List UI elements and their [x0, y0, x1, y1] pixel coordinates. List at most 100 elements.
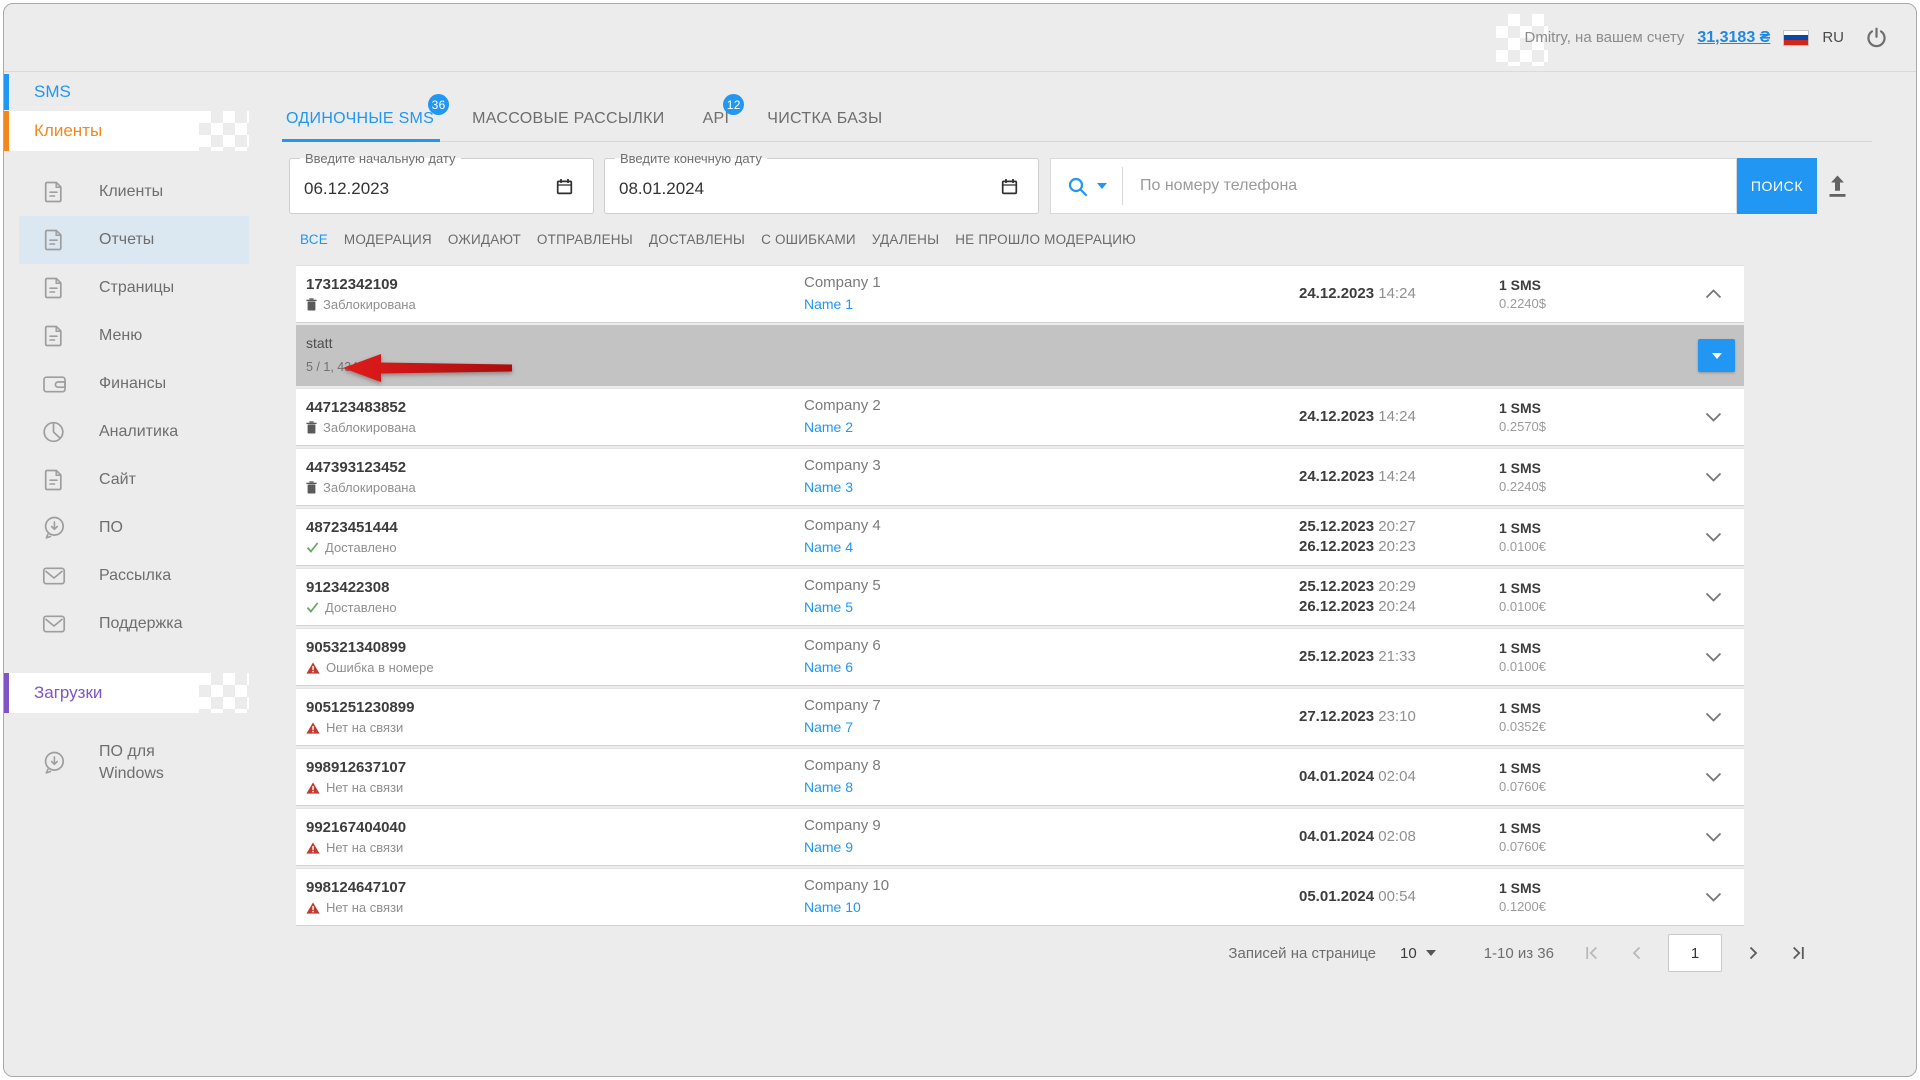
sms-count: 1 SMS [1499, 700, 1546, 716]
sidebar-item-label: Поддержка [99, 615, 182, 633]
company-cell: Company 8Name 8 [804, 757, 881, 797]
row-expand-chevron-down-icon[interactable] [1700, 887, 1727, 907]
sidebar-item-site[interactable]: Сайт [4, 456, 249, 504]
date-from-value[interactable]: 06.12.2023 [304, 179, 389, 199]
power-icon[interactable] [1865, 26, 1888, 49]
sender-name-link[interactable]: Name 2 [804, 419, 853, 435]
search-icon[interactable] [1067, 176, 1088, 197]
sms-count: 1 SMS [1499, 277, 1546, 293]
sender-name-link[interactable]: Name 3 [804, 479, 853, 495]
sidebar-item-clients[interactable]: Клиенты [4, 168, 249, 216]
search-mode-caret-icon[interactable] [1097, 183, 1107, 189]
sidebar-item-menu[interactable]: Меню [4, 312, 249, 360]
phone-number: 9051251230899 [306, 699, 414, 716]
filter-with-errors[interactable]: С ОШИБКАМИ [761, 232, 856, 247]
filter-waiting[interactable]: ОЖИДАЮТ [448, 232, 521, 247]
table-row[interactable]: 905321340899Ошибка в номереCompany 6Name… [296, 628, 1744, 686]
tab-mass-mailings[interactable]: МАССОВЫЕ РАССЫЛКИ [472, 96, 664, 141]
phone-cell: 17312342109Заблокирована [306, 276, 416, 312]
date-to-field[interactable]: Введите конечную дату 08.01.2024 [604, 158, 1039, 214]
status-badge: Нет на связи [306, 900, 406, 915]
sidebar-item-support[interactable]: Поддержка [4, 600, 249, 648]
sidebar-item-mailing[interactable]: Рассылка [4, 552, 249, 600]
row-expand-chevron-up-icon[interactable] [1700, 284, 1727, 304]
calendar-icon[interactable] [556, 178, 573, 195]
sender-name-link[interactable]: Name 4 [804, 539, 853, 555]
date-time: 24.12.2023 14:24 [1299, 467, 1416, 487]
table-row[interactable]: 9123422308ДоставленоCompany 5Name 525.12… [296, 568, 1744, 626]
row-expand-chevron-down-icon[interactable] [1700, 587, 1727, 607]
table-row[interactable]: 9051251230899Нет на связиCompany 7Name 7… [296, 688, 1744, 746]
row-expand-chevron-down-icon[interactable] [1700, 647, 1727, 667]
date-from-label: Введите начальную дату [300, 150, 461, 167]
table-row[interactable]: 998124647107Нет на связиCompany 10Name 1… [296, 868, 1744, 926]
status-badge: Ошибка в номере [306, 660, 434, 675]
sidebar-item-software-windows[interactable]: ПО дляWindows [4, 732, 249, 794]
flag-ru-icon[interactable] [1783, 30, 1809, 46]
last-page-button[interactable] [1790, 945, 1806, 961]
filter-sent[interactable]: ОТПРАВЛЕНЫ [537, 232, 633, 247]
sidebar-item-pages[interactable]: Страницы [4, 264, 249, 312]
filter-moderation[interactable]: МОДЕРАЦИЯ [344, 232, 432, 247]
tab-single-sms[interactable]: ОДИНОЧНЫЕ SMS36 [286, 96, 434, 141]
table-row[interactable]: 998912637107Нет на связиCompany 8Name 80… [296, 748, 1744, 806]
table-row[interactable]: 447393123452ЗаблокированаCompany 3Name 3… [296, 448, 1744, 506]
row-expand-chevron-down-icon[interactable] [1700, 827, 1727, 847]
table-row[interactable]: 17312342109ЗаблокированаCompany 1Name 12… [296, 265, 1744, 323]
sender-name-link[interactable]: Name 6 [804, 659, 853, 675]
filter-deleted[interactable]: УДАЛЕНЫ [872, 232, 939, 247]
sms-cell: 1 SMS0.0760€ [1499, 820, 1546, 854]
date-from-field[interactable]: Введите начальную дату 06.12.2023 [289, 158, 594, 214]
row-expand-chevron-down-icon[interactable] [1700, 467, 1727, 487]
sidebar: SMS Клиенты КлиентыОтчетыСтраницыМенюФин… [4, 72, 249, 1076]
sidebar-section-sms[interactable]: SMS [4, 74, 249, 110]
search-input[interactable] [1138, 176, 1726, 196]
sender-name-link[interactable]: Name 10 [804, 899, 861, 915]
prev-page-button[interactable] [1630, 945, 1642, 961]
filter-delivered[interactable]: ДОСТАВЛЕНЫ [649, 232, 745, 247]
per-page-select[interactable]: 10 [1400, 945, 1436, 962]
sidebar-item-analytics[interactable]: Аналитика [4, 408, 249, 456]
sidebar-item-software[interactable]: ПО [4, 504, 249, 552]
date-to-value[interactable]: 08.01.2024 [619, 179, 704, 199]
sender-name-link[interactable]: Name 5 [804, 599, 853, 615]
sender-name-link[interactable]: Name 1 [804, 296, 853, 312]
balance-link[interactable]: 31,3183 ₴ [1697, 29, 1770, 47]
sender-name-link[interactable]: Name 7 [804, 719, 853, 735]
tab-label: ЧИСТКА БАЗЫ [767, 110, 882, 128]
sender-name-link[interactable]: Name 9 [804, 839, 853, 855]
table-row[interactable]: 992167404040Нет на связиCompany 9Name 90… [296, 808, 1744, 866]
first-page-button[interactable] [1584, 945, 1600, 961]
next-page-button[interactable] [1748, 945, 1760, 961]
filter-failed-moderation[interactable]: НЕ ПРОШЛО МОДЕРАЦИЮ [955, 232, 1136, 247]
sidebar-item-label: ПО [99, 519, 123, 537]
sidebar-item-reports[interactable]: Отчеты [4, 216, 249, 264]
row-expand-chevron-down-icon[interactable] [1700, 527, 1727, 547]
tab-api[interactable]: API12 [703, 96, 730, 141]
phone-number: 17312342109 [306, 276, 416, 293]
sidebar-section-downloads[interactable]: Загрузки [4, 673, 249, 713]
current-page-input[interactable]: 1 [1668, 934, 1722, 972]
expanded-dropdown-button[interactable] [1698, 339, 1735, 372]
search-button[interactable]: ПОИСК [1737, 158, 1817, 214]
upload-icon[interactable] [1825, 173, 1850, 200]
filter-all[interactable]: ВСЕ [300, 232, 328, 247]
document-icon [42, 324, 64, 348]
table-row[interactable]: 447123483852ЗаблокированаCompany 2Name 2… [296, 388, 1744, 446]
company-cell: Company 4Name 4 [804, 517, 881, 557]
row-expand-chevron-down-icon[interactable] [1700, 707, 1727, 727]
sender-name-link[interactable]: Name 8 [804, 779, 853, 795]
accent-bar [4, 74, 9, 110]
phone-cell: 447123483852Заблокирована [306, 399, 416, 435]
row-expand-chevron-down-icon[interactable] [1700, 767, 1727, 787]
calendar-icon[interactable] [1001, 178, 1018, 195]
sms-cell: 1 SMS0.1200€ [1499, 880, 1546, 914]
table-row[interactable]: 48723451444ДоставленоCompany 4Name 425.1… [296, 508, 1744, 566]
sidebar-item-finances[interactable]: Финансы [4, 360, 249, 408]
dates-cell: 25.12.2023 20:2926.12.2023 20:24 [1299, 577, 1416, 617]
row-expand-chevron-down-icon[interactable] [1700, 407, 1727, 427]
language-label[interactable]: RU [1822, 29, 1844, 46]
tab-base-cleaning[interactable]: ЧИСТКА БАЗЫ [767, 96, 882, 141]
sidebar-section-clients[interactable]: Клиенты [4, 111, 249, 151]
sms-count: 1 SMS [1499, 520, 1546, 536]
